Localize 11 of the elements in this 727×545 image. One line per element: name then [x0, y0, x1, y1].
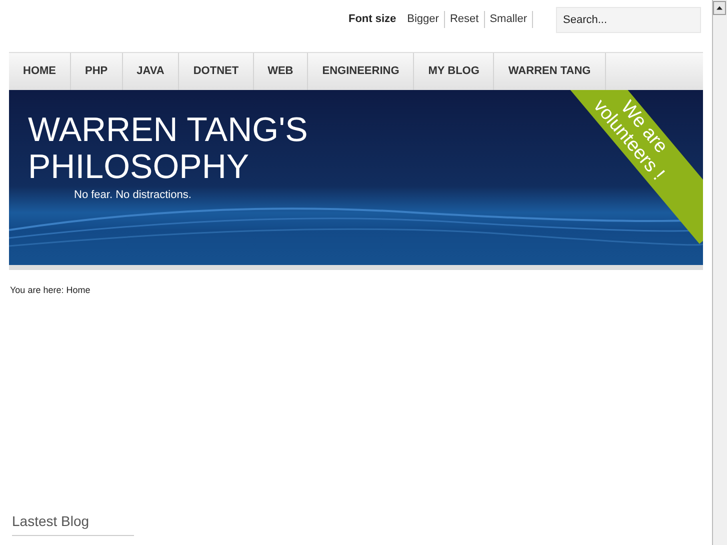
font-size-link[interactable]: Reset [444, 11, 485, 28]
font-size-link[interactable]: Bigger [402, 11, 445, 28]
breadcrumb-text: You are here: Home [9, 284, 92, 297]
font-size-label: Font size [348, 12, 396, 27]
site-title: WARREN TANG'S PHILOSOPHY [28, 112, 308, 187]
scroll-up-icon[interactable] [713, 1, 726, 15]
search-field[interactable]: Search... [556, 7, 701, 33]
sidebar-heading: Lastest Blog [12, 512, 90, 531]
site-tagline: No fear. No distractions. [73, 188, 192, 203]
scrollbar[interactable] [712, 0, 727, 545]
font-size-link[interactable]: Smaller [484, 11, 533, 28]
